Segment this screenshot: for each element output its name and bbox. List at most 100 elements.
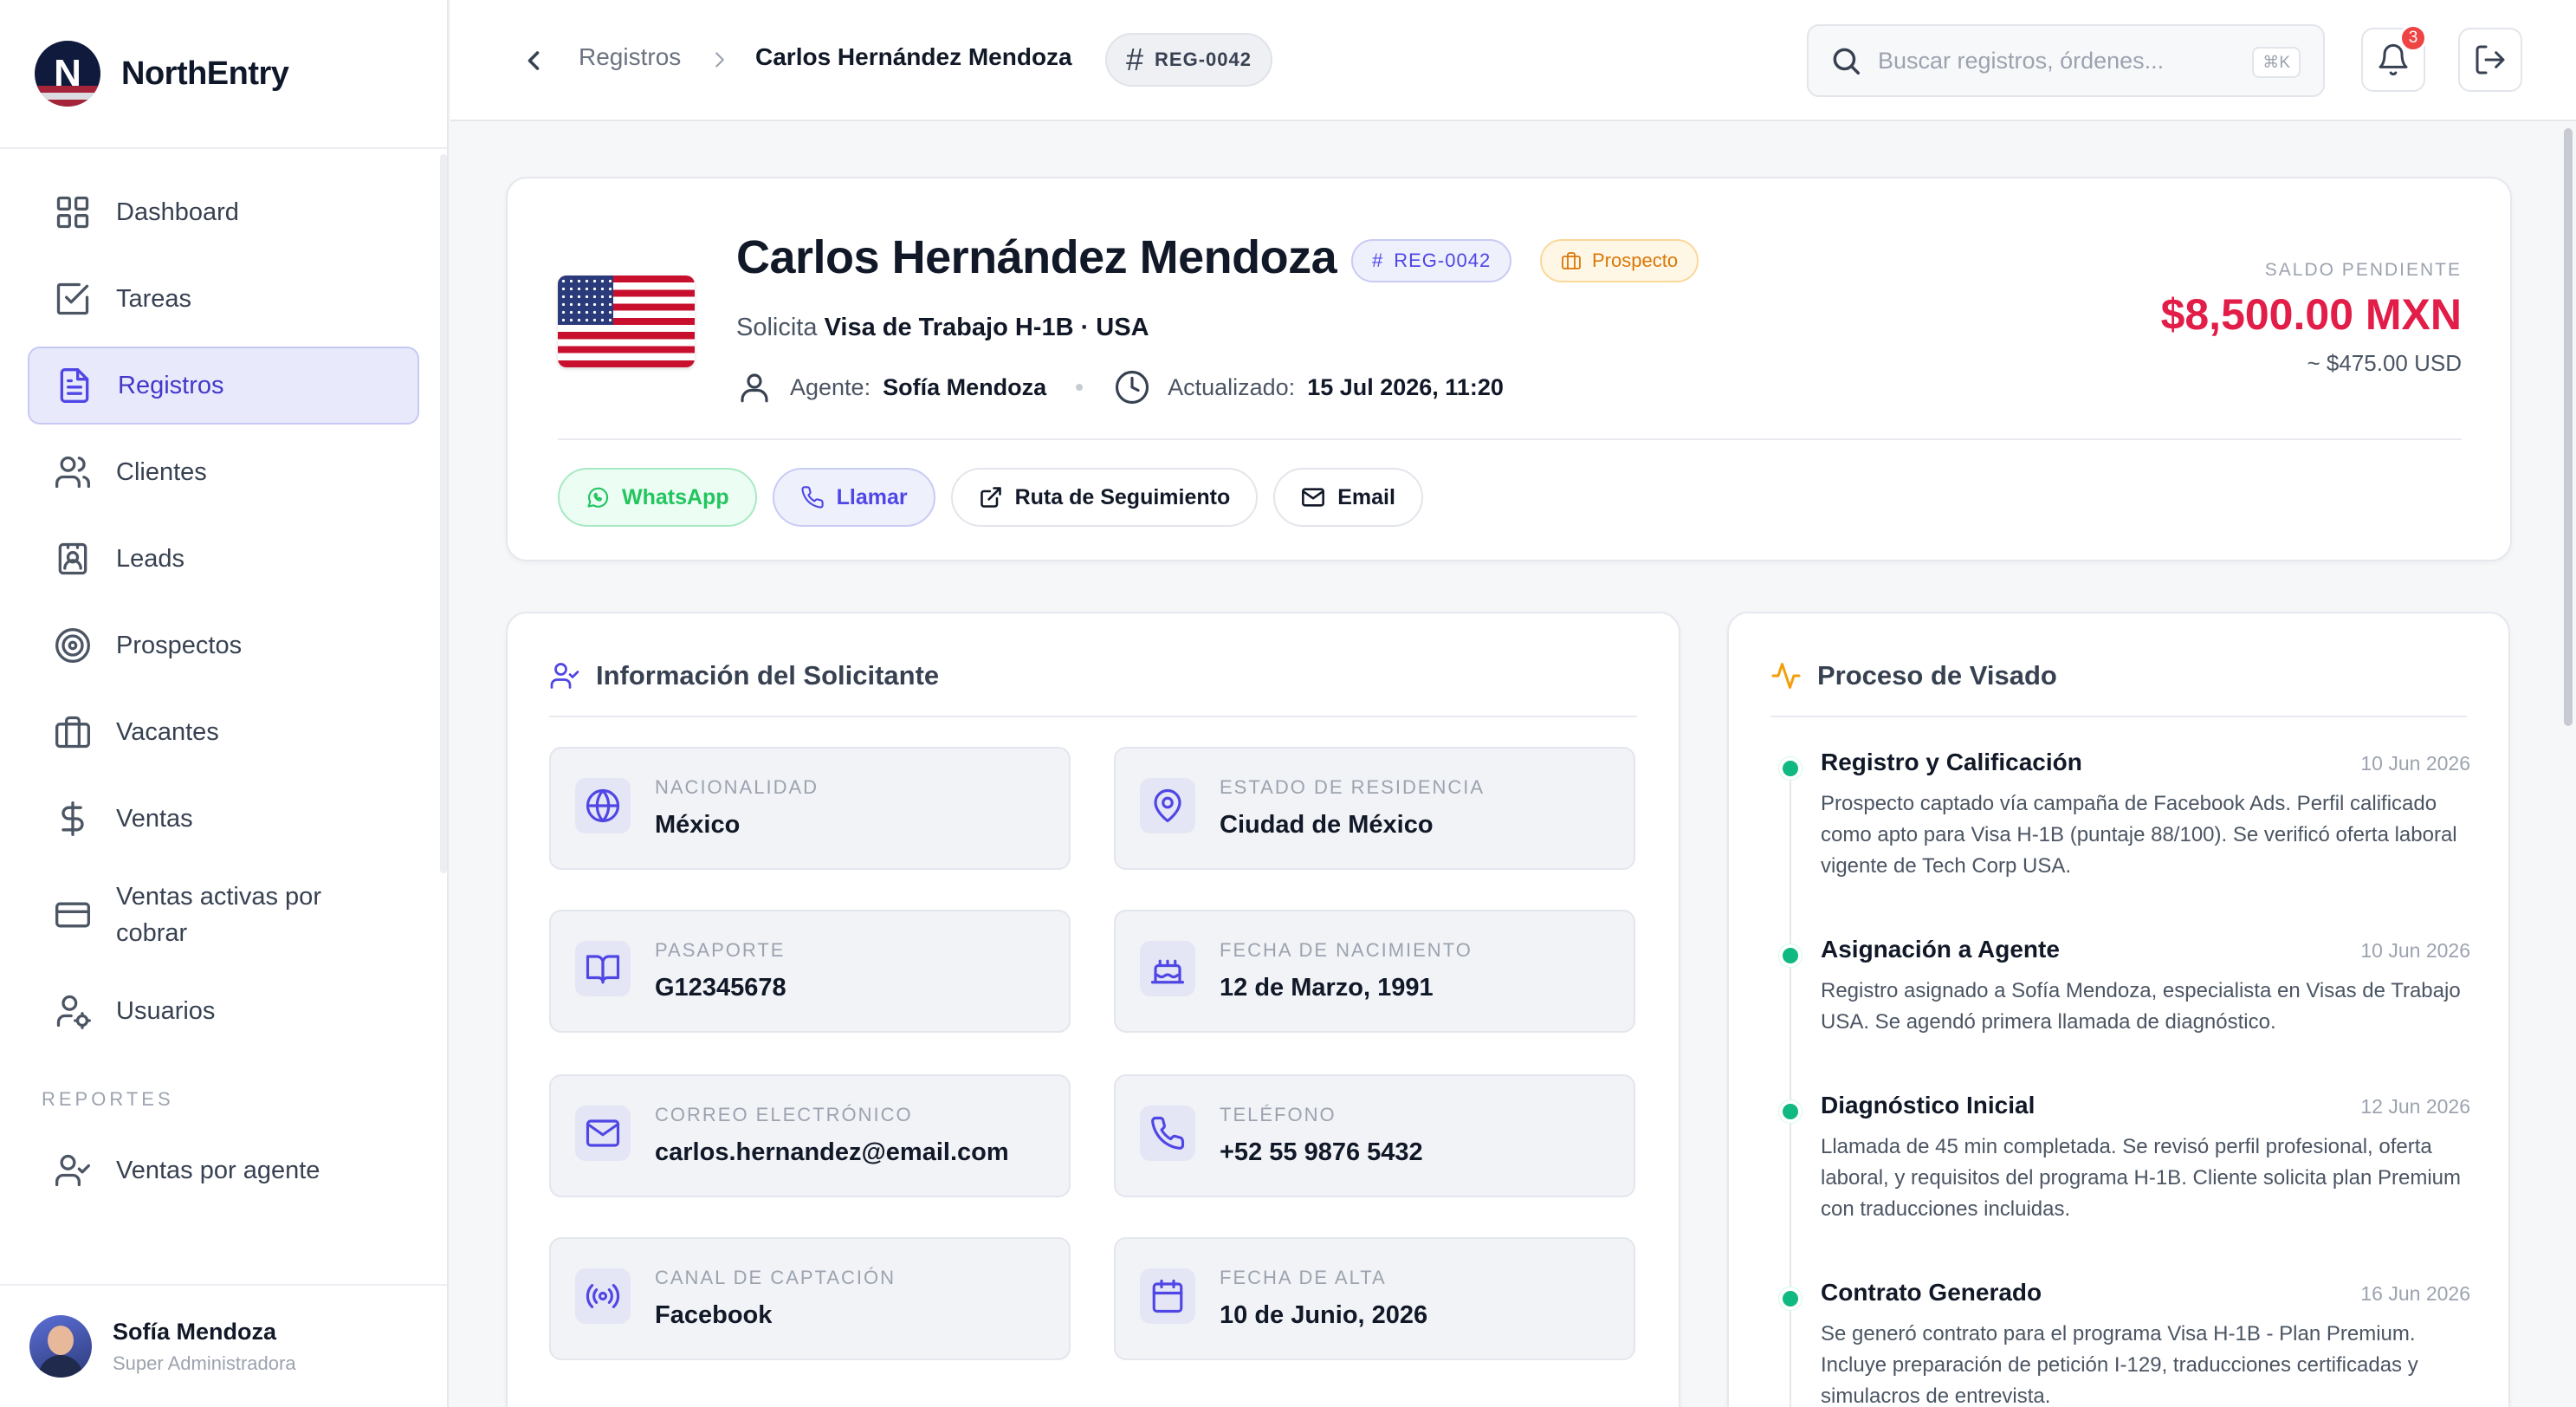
sidebar-item-label: Registros xyxy=(118,371,224,399)
sidebar-item-label: Leads xyxy=(116,544,185,573)
agent-label: Agente: xyxy=(790,373,871,400)
divider xyxy=(1770,716,2467,717)
breadcrumb-root[interactable]: Registros xyxy=(579,43,681,71)
section-title: Proceso de Visado xyxy=(1770,660,2057,691)
sidebar-item-ventas[interactable]: Ventas xyxy=(28,780,419,858)
updated-value: 15 Jul 2026, 11:20 xyxy=(1307,373,1504,400)
whatsapp-label: WhatsApp xyxy=(622,484,729,509)
map-pin-icon xyxy=(1154,789,1181,823)
briefcase-icon xyxy=(55,716,90,749)
sidebar-item-prospectos[interactable]: Prospectos xyxy=(28,606,419,684)
sidebar-item-tareas[interactable]: Tareas xyxy=(28,260,419,338)
whatsapp-button[interactable]: WhatsApp xyxy=(558,468,757,527)
field-icon xyxy=(575,1106,631,1161)
applicant-name: Carlos Hernández Mendoza xyxy=(736,231,1337,283)
field-label: ESTADO DE RESIDENCIA xyxy=(1220,776,1485,798)
user-check-icon xyxy=(550,663,579,689)
section-title: Información del Solicitante xyxy=(549,660,939,691)
timeline-dot xyxy=(1779,944,1802,967)
record-id-badge: # REG-0042 xyxy=(1351,239,1512,282)
avatar xyxy=(29,1315,92,1378)
field-value: México xyxy=(655,811,741,839)
step-date: 16 Jun 2026 xyxy=(2360,1282,2470,1305)
breadcrumb-current: Carlos Hernández Mendoza xyxy=(755,43,1072,70)
notifications-button[interactable]: 3 xyxy=(2361,24,2427,92)
field-icon xyxy=(575,778,631,833)
user-card[interactable]: Sofía Mendoza Super Administradora xyxy=(0,1284,447,1407)
sidebar-item-label: Ventas por agente xyxy=(116,1156,320,1184)
globe-icon xyxy=(586,788,620,823)
field-passport: PASAPORTE G12345678 xyxy=(549,910,1071,1033)
tracking-route-label: Ruta de Seguimiento xyxy=(1014,484,1231,509)
target-icon xyxy=(55,628,90,663)
field-label: FECHA DE NACIMIENTO xyxy=(1220,939,1472,961)
sidebar-nav: Dashboard Tareas Registros Clientes Lead… xyxy=(0,149,447,1209)
visa-request-value: Visa de Trabajo H-1B · USA xyxy=(824,314,1149,341)
clock-icon xyxy=(1116,370,1149,405)
field-icon xyxy=(1140,1268,1195,1324)
sidebar-scrollbar[interactable] xyxy=(440,154,447,873)
sidebar-item-label: Prospectos xyxy=(116,631,243,659)
sidebar-item-label: Tareas xyxy=(116,284,192,313)
field-residence-state: ESTADO DE RESIDENCIA Ciudad de México xyxy=(1114,747,1635,870)
sidebar-item-label: Ventas activas por cobrar xyxy=(116,883,321,947)
record-id-badge-text: REG-0042 xyxy=(1394,250,1492,271)
book-icon xyxy=(586,955,620,984)
logout-button[interactable] xyxy=(2458,28,2522,92)
checkbox-icon xyxy=(56,282,89,315)
contact-card-icon xyxy=(58,542,87,575)
tracking-route-button[interactable]: Ruta de Seguimiento xyxy=(950,468,1259,527)
field-email: CORREO ELECTRÓNICO carlos.hernandez@emai… xyxy=(549,1074,1071,1197)
step-title: Asignación a Agente xyxy=(1821,936,2060,963)
phone-icon xyxy=(801,486,824,509)
sidebar-item-ventas-activas[interactable]: Ventas activas por cobrar xyxy=(28,866,419,963)
briefcase-icon xyxy=(1562,252,1581,269)
call-button[interactable]: Llamar xyxy=(772,468,935,527)
sidebar-item-usuarios[interactable]: Usuarios xyxy=(28,972,419,1050)
search-box[interactable]: ⌘K xyxy=(1807,24,2325,97)
sidebar-item-vacantes[interactable]: Vacantes xyxy=(28,693,419,771)
chevron-left-icon[interactable] xyxy=(518,45,549,76)
field-icon xyxy=(575,1268,631,1324)
sidebar-item-ventas-por-agente[interactable]: Ventas por agente xyxy=(28,1131,419,1209)
search-icon xyxy=(1833,48,1860,75)
status-badge: Prospecto xyxy=(1540,239,1699,282)
step-description: Llamada de 45 min completada. Se revisó … xyxy=(1821,1135,2461,1221)
field-icon xyxy=(1140,941,1195,996)
field-nationality: NACIONALIDAD México xyxy=(549,747,1071,870)
visa-request: Solicita Visa de Trabajo H-1B · USA xyxy=(736,314,1149,342)
applicant-info-card: Información del Solicitante NACIONALIDAD… xyxy=(506,612,1680,1407)
email-button[interactable]: Email xyxy=(1273,468,1423,527)
notification-badge: 3 xyxy=(2399,24,2427,52)
search-input[interactable] xyxy=(1878,47,2242,75)
section-title-text: Información del Solicitante xyxy=(596,660,940,691)
calendar-icon xyxy=(1152,1279,1183,1313)
sidebar-item-label: Dashboard xyxy=(116,198,239,226)
brand[interactable]: N NorthEntry xyxy=(0,0,447,149)
sidebar-item-clientes[interactable]: Clientes xyxy=(28,433,419,511)
step-description: Prospecto captado vía campaña de Faceboo… xyxy=(1821,792,2457,878)
call-label: Llamar xyxy=(836,484,908,509)
page-scrollbar[interactable] xyxy=(2564,128,2573,726)
divider xyxy=(549,716,1637,717)
sidebar-item-label: Vacantes xyxy=(116,717,219,746)
sidebar-item-dashboard[interactable]: Dashboard xyxy=(28,173,419,251)
user-gear-icon xyxy=(56,995,91,1029)
field-icon xyxy=(1140,1106,1195,1161)
logout-icon xyxy=(2476,45,2505,75)
step-description: Registro asignado a Sofía Mendoza, espec… xyxy=(1821,979,2461,1034)
user-name: Sofía Mendoza xyxy=(113,1318,277,1345)
hero-meta: Agente: Sofía Mendoza Actualizado: 15 Ju… xyxy=(736,369,1504,405)
file-text-icon xyxy=(60,368,89,403)
section-title-text: Proceso de Visado xyxy=(1817,660,2057,691)
field-label: PASAPORTE xyxy=(655,939,786,961)
field-phone: TELÉFONO +52 55 9876 5432 xyxy=(1114,1074,1635,1197)
step-date: 12 Jun 2026 xyxy=(2360,1095,2470,1118)
sidebar-item-registros[interactable]: Registros xyxy=(28,347,419,425)
sidebar-item-leads[interactable]: Leads xyxy=(28,520,419,598)
brand-name: NorthEntry xyxy=(121,55,289,92)
balance-value: $8,500.00 MXN xyxy=(2160,290,2462,339)
users-icon xyxy=(55,456,90,489)
field-value: Ciudad de México xyxy=(1220,811,1434,839)
brand-logo: N xyxy=(35,41,100,107)
